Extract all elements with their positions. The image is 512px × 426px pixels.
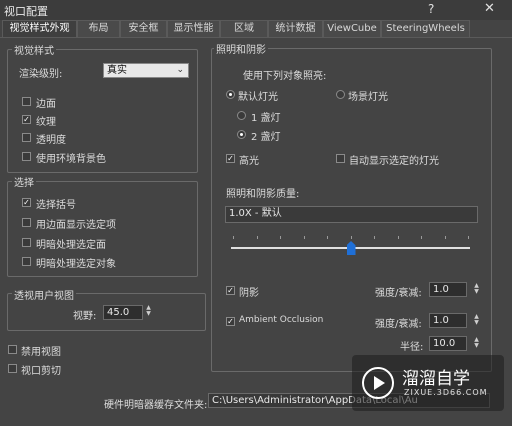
- ao-intensity-label: 强度/衰减:: [375, 319, 422, 330]
- quality-value-display: 1.0X - 默认: [225, 206, 478, 223]
- tab-viewcube[interactable]: ViewCube: [323, 20, 381, 37]
- tab-safe-frames[interactable]: 安全框: [120, 20, 167, 37]
- ao-intensity-spinner-arrows-icon[interactable]: ▲ ▼: [473, 314, 480, 328]
- default-lights-radio[interactable]: [226, 90, 235, 99]
- slider-tick: [444, 236, 446, 239]
- checkmark-icon: ✓: [227, 317, 234, 326]
- shadows-checkbox[interactable]: ✓: [226, 286, 235, 295]
- radius-input[interactable]: 10.0: [429, 336, 467, 351]
- radius-label: 半径:: [400, 342, 424, 353]
- slider-tick: [468, 236, 469, 239]
- visual-style-group-label: 视觉样式: [12, 42, 56, 57]
- shade-objects-label: 明暗处理选定对象: [36, 259, 116, 270]
- checkmark-icon: ✓: [23, 198, 30, 207]
- edged-selection-label: 用边面显示选定项: [36, 220, 116, 231]
- watermark: 溜溜自学 ZIXUE.3D66.COM: [352, 355, 504, 411]
- slider-tick: [421, 236, 422, 239]
- default-lights-label: 默认灯光: [238, 92, 278, 103]
- scene-lights-radio[interactable]: [336, 90, 345, 99]
- fov-label: 视野:: [73, 311, 97, 322]
- tab-regions[interactable]: 区域: [220, 20, 268, 37]
- edged-selection-checkbox[interactable]: [22, 218, 31, 227]
- render-level-value: 真实: [107, 65, 127, 76]
- slider-tick: [256, 236, 258, 239]
- shade-faces-label: 明暗处理选定面: [36, 240, 106, 251]
- shadow-intensity-spinner-arrows-icon[interactable]: ▲ ▼: [473, 283, 480, 297]
- shadows-label: 阴影: [239, 288, 259, 299]
- slider-tick: [350, 236, 352, 239]
- slider-tick: [397, 236, 399, 239]
- slider-tick: [233, 236, 234, 239]
- two-lights-label: 2 盏灯: [251, 132, 281, 143]
- help-icon[interactable]: ?: [428, 2, 434, 16]
- ambient-occlusion-checkbox[interactable]: ✓: [226, 317, 235, 326]
- highlights-checkbox[interactable]: ✓: [226, 154, 235, 163]
- two-lights-radio[interactable]: [237, 130, 246, 139]
- checkmark-icon: ✓: [227, 154, 234, 163]
- selection-brackets-checkbox[interactable]: ✓: [22, 198, 31, 207]
- slider-tick: [303, 236, 305, 239]
- edged-faces-checkbox[interactable]: [22, 97, 31, 106]
- render-level-label: 渲染级别:: [19, 69, 63, 80]
- quality-label: 照明和阴影质量:: [226, 189, 300, 200]
- tab-statistics[interactable]: 统计数据: [268, 20, 323, 37]
- disable-view-label: 禁用视图: [21, 347, 61, 358]
- selection-group-label: 选择: [12, 174, 36, 189]
- scene-lights-label: 场景灯光: [348, 92, 388, 103]
- render-level-select[interactable]: 真实 ⌄: [103, 63, 189, 78]
- ao-intensity-input[interactable]: 1.0: [429, 313, 467, 328]
- radius-spinner-arrows-icon[interactable]: ▲ ▼: [473, 337, 480, 351]
- transparency-label: 透明度: [36, 135, 66, 146]
- window-title: 视口配置: [4, 5, 48, 18]
- tab-display-performance[interactable]: 显示性能: [167, 20, 220, 37]
- close-icon[interactable]: ✕: [484, 1, 495, 16]
- one-light-label: 1 盏灯: [251, 113, 281, 124]
- watermark-text: 溜溜自学: [402, 369, 470, 389]
- viewport-clip-label: 视口剪切: [21, 366, 61, 377]
- checkmark-icon: ✓: [23, 115, 30, 124]
- chevron-down-icon: ⌄: [176, 65, 184, 75]
- shade-faces-checkbox[interactable]: [22, 238, 31, 247]
- disable-view-checkbox[interactable]: [8, 345, 17, 354]
- cache-folder-label: 硬件明暗器缓存文件夹:: [104, 400, 208, 411]
- slider-tick: [327, 236, 328, 239]
- lighting-group-label: 照明和阴影: [214, 41, 268, 56]
- ambient-occlusion-label: Ambient Occlusion: [239, 315, 324, 325]
- shadow-intensity-label: 强度/衰减:: [375, 288, 422, 299]
- selection-brackets-label: 选择括号: [36, 200, 76, 211]
- watermark-url: ZIXUE.3D66.COM: [404, 388, 488, 397]
- perspective-group-label: 透视用户视图: [12, 287, 76, 302]
- title-bar: [0, 0, 512, 20]
- tab-visual-style[interactable]: 视觉样式外观: [2, 20, 77, 37]
- slider-tick: [374, 236, 375, 239]
- illuminate-label: 使用下列对象照亮:: [243, 71, 327, 82]
- one-light-radio[interactable]: [237, 111, 246, 120]
- env-background-label: 使用环境背景色: [36, 154, 106, 165]
- tab-steeringwheels[interactable]: SteeringWheels: [381, 20, 470, 37]
- auto-selected-lights-label: 自动显示选定的灯光: [349, 156, 439, 167]
- edged-faces-label: 边面: [36, 99, 56, 110]
- fov-spinner-arrows-icon[interactable]: ▲ ▼: [145, 305, 152, 319]
- highlights-label: 高光: [239, 156, 259, 167]
- transparency-checkbox[interactable]: [22, 133, 31, 142]
- slider-tick: [280, 236, 281, 239]
- fov-input[interactable]: 45.0: [103, 305, 143, 320]
- textures-checkbox[interactable]: ✓: [22, 115, 31, 124]
- tab-divider: [0, 37, 512, 38]
- shade-objects-checkbox[interactable]: [22, 257, 31, 266]
- tab-layout[interactable]: 布局: [77, 20, 120, 37]
- play-icon: [362, 367, 394, 399]
- env-background-checkbox[interactable]: [22, 152, 31, 161]
- shadow-intensity-input[interactable]: 1.0: [429, 282, 467, 297]
- textures-label: 纹理: [36, 117, 56, 128]
- checkmark-icon: ✓: [227, 286, 234, 295]
- auto-selected-lights-checkbox[interactable]: [336, 154, 345, 163]
- viewport-clip-checkbox[interactable]: [8, 364, 17, 373]
